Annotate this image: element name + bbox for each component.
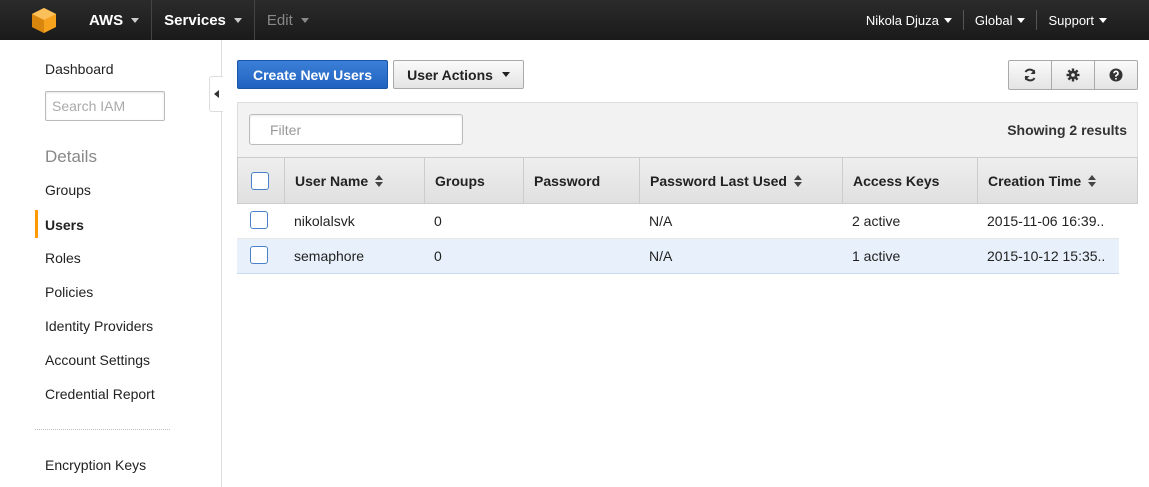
table-header: User Name Groups Password Password Last …	[237, 157, 1138, 204]
sidebar-item-identity-providers[interactable]: Identity Providers	[45, 318, 153, 334]
select-all-checkbox[interactable]	[251, 171, 269, 190]
sidebar-item-groups[interactable]: Groups	[45, 182, 91, 198]
row-select-cell	[237, 245, 284, 267]
user-name-cell[interactable]: semaphore	[284, 248, 424, 264]
access-keys-cell: 2 active	[852, 213, 901, 229]
account-menu[interactable]: Nikola Djuza	[855, 0, 963, 40]
password-last-used-cell: N/A	[649, 213, 673, 229]
active-indicator	[35, 210, 38, 238]
chevron-down-icon	[501, 72, 510, 77]
column-header-label: Groups	[435, 172, 485, 189]
edit-menu[interactable]: Edit	[255, 0, 321, 40]
refresh-icon	[1024, 68, 1036, 82]
table-row[interactable]: semaphore 0 N/A 1 active 2015-10-12 15:3…	[237, 239, 1119, 274]
sort-icon	[375, 174, 384, 187]
aws-logo-icon[interactable]	[29, 5, 59, 35]
services-menu-label: Services	[164, 11, 226, 29]
chevron-down-icon	[300, 17, 309, 23]
sidebar-item-users[interactable]: Users	[45, 217, 84, 233]
column-header-creation-time[interactable]: Creation Time	[978, 158, 1137, 203]
filter-bar: Showing 2 results	[237, 102, 1138, 157]
chevron-down-icon	[1017, 17, 1026, 23]
services-menu[interactable]: Services	[152, 0, 254, 40]
column-header-label: Password Last Used	[650, 172, 787, 189]
sidebar: Dashboard Details Groups Users Roles Pol…	[0, 40, 223, 487]
column-header-label: User Name	[295, 172, 369, 189]
sidebar-item-encryption-keys[interactable]: Encryption Keys	[45, 457, 146, 473]
column-header-password-last-used[interactable]: Password Last Used	[640, 158, 843, 203]
search-iam-input[interactable]	[45, 91, 165, 121]
creation-time-cell: 2015-11-06 16:39..	[987, 213, 1105, 229]
sidebar-item-dashboard[interactable]: Dashboard	[45, 61, 114, 77]
aws-menu-label: AWS	[89, 11, 124, 29]
user-actions-button[interactable]: User Actions	[393, 60, 524, 89]
groups-cell: 0	[434, 248, 442, 264]
results-count: Showing 2 results	[1007, 122, 1127, 138]
top-navigation-bar: AWS Services Edit Nikola Djuza Global Su…	[0, 0, 1149, 40]
create-new-users-button[interactable]: Create New Users	[237, 60, 388, 89]
column-header-access-keys: Access Keys	[843, 158, 978, 203]
sidebar-item-credential-report[interactable]: Credential Report	[45, 386, 155, 402]
sidebar-heading-details: Details	[45, 147, 97, 166]
column-header-groups: Groups	[425, 158, 524, 203]
sidebar-collapse-toggle[interactable]	[209, 76, 223, 112]
chevron-down-icon	[131, 17, 140, 23]
row-select-cell	[237, 210, 284, 232]
gear-icon	[1066, 68, 1080, 82]
nav-right-group: Nikola Djuza Global Support	[855, 0, 1149, 40]
sort-icon	[1088, 174, 1097, 187]
creation-time-cell: 2015-10-12 15:35..	[987, 248, 1106, 264]
row-checkbox[interactable]	[250, 245, 268, 264]
select-all-cell	[238, 158, 285, 203]
column-header-user-name[interactable]: User Name	[285, 158, 425, 203]
sort-icon	[793, 174, 802, 187]
column-header-label: Creation Time	[988, 172, 1082, 189]
row-checkbox[interactable]	[250, 210, 268, 229]
refresh-button[interactable]	[1009, 61, 1052, 89]
help-icon	[1109, 68, 1123, 82]
edit-menu-label: Edit	[266, 11, 293, 29]
help-button[interactable]	[1095, 61, 1137, 89]
filter-input[interactable]	[249, 114, 463, 145]
sidebar-item-roles[interactable]: Roles	[45, 250, 81, 266]
users-table: User Name Groups Password Password Last …	[237, 157, 1138, 274]
support-menu[interactable]: Support	[1037, 0, 1149, 40]
groups-cell: 0	[434, 213, 442, 229]
column-header-password: Password	[524, 158, 640, 203]
toolbar-icon-group	[1008, 60, 1138, 90]
support-label: Support	[1048, 12, 1094, 28]
column-header-label: Access Keys	[853, 172, 940, 189]
chevron-down-icon	[1099, 17, 1107, 23]
region-label: Global	[974, 12, 1013, 28]
sidebar-item-policies[interactable]: Policies	[45, 284, 93, 300]
table-row[interactable]: nikolalsvk 0 N/A 2 active 2015-11-06 16:…	[237, 204, 1119, 239]
access-keys-cell: 1 active	[852, 248, 901, 264]
account-name: Nikola Djuza	[865, 12, 939, 28]
chevron-down-icon	[943, 17, 952, 23]
password-last-used-cell: N/A	[649, 248, 673, 264]
settings-button[interactable]	[1052, 61, 1095, 89]
column-header-label: Password	[534, 172, 601, 189]
region-menu[interactable]: Global	[964, 0, 1037, 40]
aws-menu[interactable]: AWS	[77, 0, 151, 40]
user-name-cell[interactable]: nikolalsvk	[284, 213, 424, 229]
chevron-down-icon	[233, 17, 242, 23]
sidebar-item-account-settings[interactable]: Account Settings	[45, 352, 150, 368]
user-actions-label: User Actions	[407, 66, 493, 83]
sidebar-divider	[35, 429, 170, 430]
